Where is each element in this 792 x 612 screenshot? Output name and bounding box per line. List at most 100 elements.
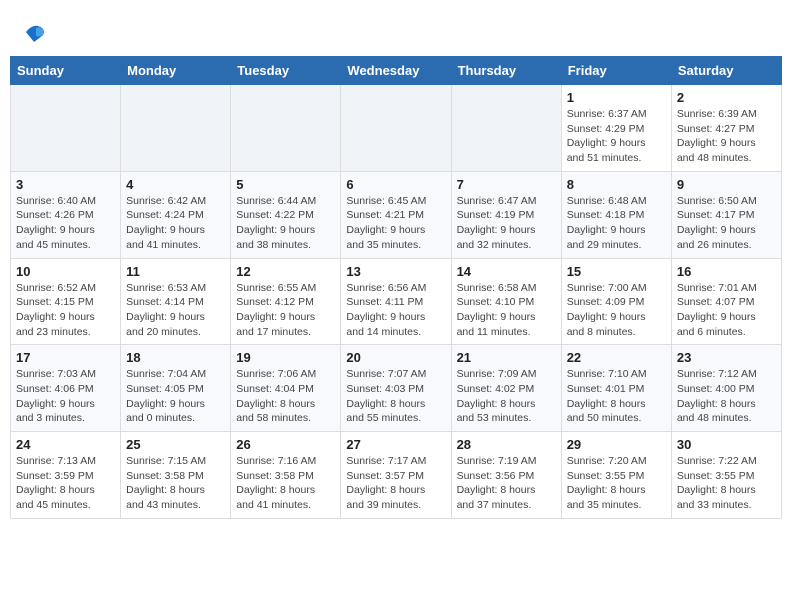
day-info: Sunrise: 6:44 AMSunset: 4:22 PMDaylight:… [236,194,335,253]
day-number: 19 [236,350,335,365]
table-row: 29 Sunrise: 7:20 AMSunset: 3:55 PMDayligh… [561,432,671,519]
table-row [451,85,561,172]
weekday-header-sunday: Sunday [11,57,121,85]
day-info: Sunrise: 7:00 AMSunset: 4:09 PMDaylight:… [567,281,666,340]
day-number: 29 [567,437,666,452]
day-info: Sunrise: 6:50 AMSunset: 4:17 PMDaylight:… [677,194,776,253]
table-row: 30 Sunrise: 7:22 AMSunset: 3:55 PMDayligh… [671,432,781,519]
day-number: 12 [236,264,335,279]
table-row: 11 Sunrise: 6:53 AMSunset: 4:14 PMDayligh… [121,258,231,345]
table-row: 22 Sunrise: 7:10 AMSunset: 4:01 PMDayligh… [561,345,671,432]
day-info: Sunrise: 7:20 AMSunset: 3:55 PMDaylight:… [567,454,666,513]
day-info: Sunrise: 6:37 AMSunset: 4:29 PMDaylight:… [567,107,666,166]
day-number: 2 [677,90,776,105]
week-row-5: 24 Sunrise: 7:13 AMSunset: 3:59 PMDayligh… [11,432,782,519]
table-row: 28Sunrise: 7:19 AMSunset: 3:56 PMDayligh… [451,432,561,519]
day-number: 23 [677,350,776,365]
table-row: 6Sunrise: 6:45 AMSunset: 4:21 PMDaylight… [341,171,451,258]
day-number: 27 [346,437,445,452]
day-number: 10 [16,264,115,279]
weekday-header-thursday: Thursday [451,57,561,85]
calendar: SundayMondayTuesdayWednesdayThursdayFrid… [10,56,782,519]
week-row-4: 17 Sunrise: 7:03 AMSunset: 4:06 PMDayligh… [11,345,782,432]
day-info: Sunrise: 7:07 AMSunset: 4:03 PMDaylight:… [346,367,445,426]
table-row: 8 Sunrise: 6:48 AMSunset: 4:18 PMDaylight… [561,171,671,258]
day-info: Sunrise: 6:58 AMSunset: 4:10 PMDaylight:… [457,281,556,340]
day-number: 26 [236,437,335,452]
day-number: 20 [346,350,445,365]
day-info: Sunrise: 7:10 AMSunset: 4:01 PMDaylight:… [567,367,666,426]
day-info: Sunrise: 7:01 AMSunset: 4:07 PMDaylight:… [677,281,776,340]
table-row: 25 Sunrise: 7:15 AMSunset: 3:58 PMDayligh… [121,432,231,519]
table-row: 16 Sunrise: 7:01 AMSunset: 4:07 PMDayligh… [671,258,781,345]
day-info: Sunrise: 6:45 AMSunset: 4:21 PMDaylight:… [346,194,445,253]
table-row: 9 Sunrise: 6:50 AMSunset: 4:17 PMDaylight… [671,171,781,258]
day-info: Sunrise: 7:12 AMSunset: 4:00 PMDaylight:… [677,367,776,426]
table-row [231,85,341,172]
day-info: Sunrise: 7:17 AMSunset: 3:57 PMDaylight:… [346,454,445,513]
day-number: 28 [457,437,556,452]
day-info: Sunrise: 6:47 AMSunset: 4:19 PMDaylight:… [457,194,556,253]
table-row: 7 Sunrise: 6:47 AMSunset: 4:19 PMDaylight… [451,171,561,258]
table-row: 23 Sunrise: 7:12 AMSunset: 4:00 PMDayligh… [671,345,781,432]
table-row: 5Sunrise: 6:44 AMSunset: 4:22 PMDaylight… [231,171,341,258]
weekday-header-monday: Monday [121,57,231,85]
day-number: 9 [677,177,776,192]
logo [20,20,46,44]
day-info: Sunrise: 6:42 AMSunset: 4:24 PMDaylight:… [126,194,225,253]
day-info: Sunrise: 7:15 AMSunset: 3:58 PMDaylight:… [126,454,225,513]
table-row: 15 Sunrise: 7:00 AMSunset: 4:09 PMDayligh… [561,258,671,345]
day-number: 21 [457,350,556,365]
day-info: Sunrise: 6:48 AMSunset: 4:18 PMDaylight:… [567,194,666,253]
day-info: Sunrise: 7:06 AMSunset: 4:04 PMDaylight:… [236,367,335,426]
table-row: 27 Sunrise: 7:17 AMSunset: 3:57 PMDayligh… [341,432,451,519]
day-number: 7 [457,177,556,192]
day-info: Sunrise: 7:09 AMSunset: 4:02 PMDaylight:… [457,367,556,426]
day-number: 17 [16,350,115,365]
table-row: 1 Sunrise: 6:37 AMSunset: 4:29 PMDaylight… [561,85,671,172]
day-number: 30 [677,437,776,452]
table-row: 10Sunrise: 6:52 AMSunset: 4:15 PMDayligh… [11,258,121,345]
day-info: Sunrise: 6:53 AMSunset: 4:14 PMDaylight:… [126,281,225,340]
day-info: Sunrise: 6:55 AMSunset: 4:12 PMDaylight:… [236,281,335,340]
day-number: 11 [126,264,225,279]
week-row-1: 1 Sunrise: 6:37 AMSunset: 4:29 PMDaylight… [11,85,782,172]
day-number: 18 [126,350,225,365]
weekday-header-saturday: Saturday [671,57,781,85]
table-row: 14Sunrise: 6:58 AMSunset: 4:10 PMDayligh… [451,258,561,345]
table-row: 13 Sunrise: 6:56 AMSunset: 4:11 PMDayligh… [341,258,451,345]
day-info: Sunrise: 6:56 AMSunset: 4:11 PMDaylight:… [346,281,445,340]
day-number: 4 [126,177,225,192]
weekday-header-row: SundayMondayTuesdayWednesdayThursdayFrid… [11,57,782,85]
day-info: Sunrise: 6:39 AMSunset: 4:27 PMDaylight:… [677,107,776,166]
day-info: Sunrise: 7:13 AMSunset: 3:59 PMDaylight:… [16,454,115,513]
logo-icon [22,20,46,44]
table-row [341,85,451,172]
weekday-header-wednesday: Wednesday [341,57,451,85]
header [10,10,782,52]
day-info: Sunrise: 7:22 AMSunset: 3:55 PMDaylight:… [677,454,776,513]
day-info: Sunrise: 7:04 AMSunset: 4:05 PMDaylight:… [126,367,225,426]
day-number: 8 [567,177,666,192]
table-row: 17 Sunrise: 7:03 AMSunset: 4:06 PMDayligh… [11,345,121,432]
day-number: 15 [567,264,666,279]
table-row: 20 Sunrise: 7:07 AMSunset: 4:03 PMDayligh… [341,345,451,432]
day-number: 16 [677,264,776,279]
table-row: 2 Sunrise: 6:39 AMSunset: 4:27 PMDaylight… [671,85,781,172]
weekday-header-tuesday: Tuesday [231,57,341,85]
day-number: 3 [16,177,115,192]
table-row: 26 Sunrise: 7:16 AMSunset: 3:58 PMDayligh… [231,432,341,519]
table-row: 4 Sunrise: 6:42 AMSunset: 4:24 PMDaylight… [121,171,231,258]
day-info: Sunrise: 7:03 AMSunset: 4:06 PMDaylight:… [16,367,115,426]
table-row [11,85,121,172]
table-row [121,85,231,172]
day-number: 13 [346,264,445,279]
day-number: 22 [567,350,666,365]
day-info: Sunrise: 7:16 AMSunset: 3:58 PMDaylight:… [236,454,335,513]
day-number: 24 [16,437,115,452]
table-row: 3Sunrise: 6:40 AMSunset: 4:26 PMDaylight… [11,171,121,258]
weekday-header-friday: Friday [561,57,671,85]
day-number: 25 [126,437,225,452]
table-row: 21 Sunrise: 7:09 AMSunset: 4:02 PMDayligh… [451,345,561,432]
day-number: 1 [567,90,666,105]
